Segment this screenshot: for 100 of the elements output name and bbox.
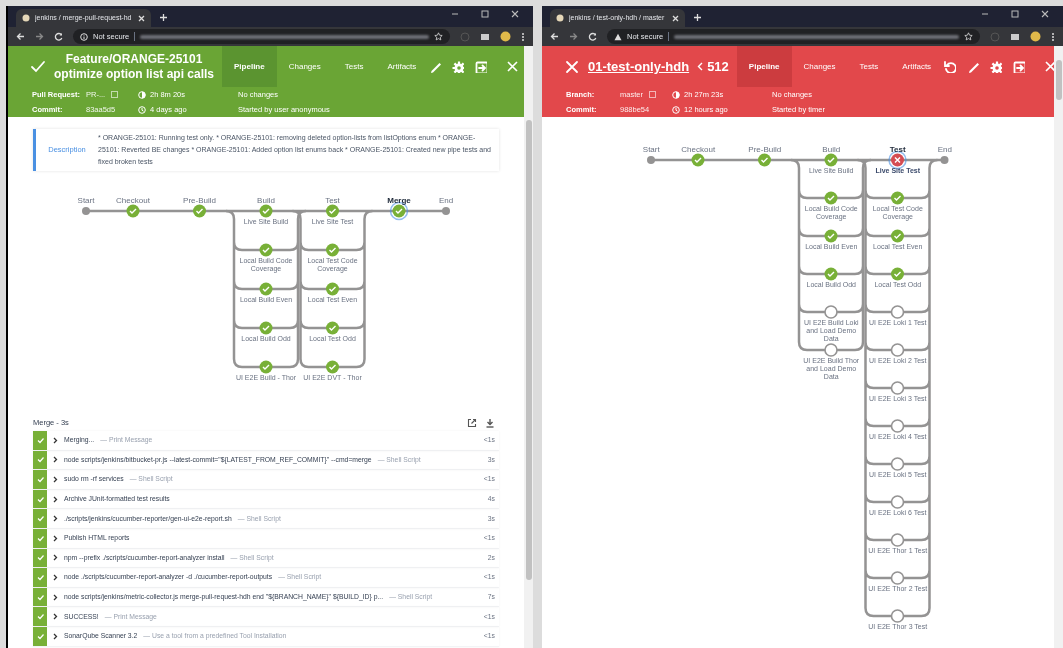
close-icon[interactable]	[672, 14, 679, 22]
run-number: 512	[707, 57, 729, 76]
download-icon[interactable]	[485, 418, 495, 428]
pencil-icon[interactable]	[966, 60, 980, 73]
chevron-right-icon[interactable]	[53, 476, 58, 483]
reload-icon[interactable]	[54, 32, 63, 41]
close-icon[interactable]	[138, 14, 145, 22]
success-node[interactable]	[326, 204, 339, 218]
nav-tab[interactable]: Changes	[791, 46, 848, 87]
clock-icon	[672, 105, 680, 114]
success-node[interactable]	[824, 191, 838, 205]
nav-tab[interactable]: Pipeline	[222, 46, 277, 87]
success-node[interactable]	[259, 360, 273, 374]
chevron-right-icon[interactable]	[53, 534, 58, 542]
star-icon[interactable]	[434, 32, 443, 41]
success-node[interactable]	[824, 267, 838, 281]
success-node[interactable]	[691, 153, 705, 167]
settings-icon[interactable]	[989, 60, 1003, 73]
scrollbar[interactable]	[524, 46, 533, 648]
chevron-right-icon[interactable]	[53, 495, 58, 503]
stage-label: Pre-Build	[747, 144, 783, 156]
job-link[interactable]: 01-test-only-hdh	[588, 56, 690, 77]
empty-node[interactable]	[890, 609, 905, 623]
forward-icon[interactable]	[569, 32, 578, 41]
plus-icon[interactable]	[159, 13, 168, 22]
empty-node[interactable]	[890, 343, 905, 357]
chevron-right-icon[interactable]	[53, 593, 58, 601]
maximize-icon[interactable]	[481, 10, 489, 18]
chevron-right-icon[interactable]	[53, 632, 58, 640]
back-icon[interactable]	[550, 32, 559, 41]
success-node[interactable]	[758, 153, 772, 167]
empty-node[interactable]	[890, 457, 905, 471]
exit-icon[interactable]	[1012, 60, 1026, 73]
chevron-right-icon[interactable]	[53, 456, 58, 464]
chevron-right-icon[interactable]	[53, 436, 58, 444]
success-node[interactable]	[891, 229, 905, 243]
check-icon	[36, 632, 44, 640]
nav-tab[interactable]: Artifacts	[890, 46, 944, 87]
extension-icon[interactable]	[480, 31, 490, 42]
success-node[interactable]	[824, 153, 838, 167]
run-title: optimize option list api calls	[54, 66, 215, 82]
star-icon[interactable]	[964, 32, 973, 41]
back-icon[interactable]	[16, 32, 25, 41]
success-node[interactable]	[891, 267, 905, 281]
empty-node[interactable]	[824, 343, 839, 357]
plus-icon[interactable]	[693, 13, 702, 22]
success-node[interactable]	[259, 204, 273, 218]
extension-icon[interactable]	[1010, 31, 1020, 42]
duration-icon	[672, 90, 680, 99]
pencil-icon[interactable]	[428, 60, 442, 73]
stage-label: Merge	[386, 195, 412, 207]
success-node[interactable]	[126, 204, 140, 218]
terminal-dot[interactable]	[647, 156, 656, 164]
forward-icon[interactable]	[35, 32, 44, 41]
success-node[interactable]	[259, 321, 273, 335]
menu-icon[interactable]	[1051, 31, 1055, 42]
success-node[interactable]	[326, 243, 339, 257]
chevron-right-icon[interactable]	[53, 515, 58, 523]
failed-node[interactable]	[888, 150, 907, 170]
success-node[interactable]	[326, 321, 339, 335]
favicon-icon	[556, 14, 564, 22]
success-node[interactable]	[259, 243, 273, 257]
chevron-right-icon[interactable]	[53, 554, 58, 562]
nav-tab[interactable]: Pipeline	[736, 46, 792, 87]
close-icon[interactable]	[1041, 10, 1049, 18]
chevron-right-icon[interactable]	[53, 613, 58, 621]
check-icon	[36, 436, 44, 444]
scrollbar[interactable]	[1054, 46, 1063, 648]
empty-node[interactable]	[824, 305, 839, 319]
success-node[interactable]	[326, 282, 339, 296]
empty-node[interactable]	[890, 533, 905, 547]
empty-node[interactable]	[890, 305, 905, 319]
terminal-dot[interactable]	[940, 156, 949, 164]
exit-icon[interactable]	[474, 60, 488, 73]
close-icon[interactable]	[511, 10, 519, 18]
success-node[interactable]	[824, 229, 838, 243]
chevron-right-icon[interactable]	[53, 573, 58, 581]
external-link-icon[interactable]	[467, 418, 477, 428]
success-node[interactable]	[259, 282, 273, 296]
replay-icon[interactable]	[943, 60, 957, 73]
menu-icon[interactable]	[521, 31, 525, 42]
terminal-dot[interactable]	[442, 207, 450, 215]
empty-node[interactable]	[890, 571, 905, 585]
maximize-icon[interactable]	[1011, 10, 1019, 18]
profile-avatar[interactable]	[1030, 31, 1041, 42]
success-node[interactable]	[193, 204, 206, 218]
success-node[interactable]	[326, 360, 339, 374]
nav-tab[interactable]: Tests	[847, 46, 891, 87]
cross-icon	[564, 58, 580, 75]
settings-icon[interactable]	[451, 60, 465, 73]
minimize-icon[interactable]	[981, 10, 989, 18]
terminal-dot[interactable]	[82, 207, 90, 215]
minimize-icon[interactable]	[451, 10, 459, 18]
check-icon	[36, 456, 44, 464]
empty-node[interactable]	[890, 495, 905, 509]
empty-node[interactable]	[890, 381, 905, 395]
reload-icon[interactable]	[588, 32, 597, 41]
success-node[interactable]	[891, 191, 905, 205]
empty-node[interactable]	[890, 419, 905, 433]
profile-avatar[interactable]	[500, 31, 511, 42]
